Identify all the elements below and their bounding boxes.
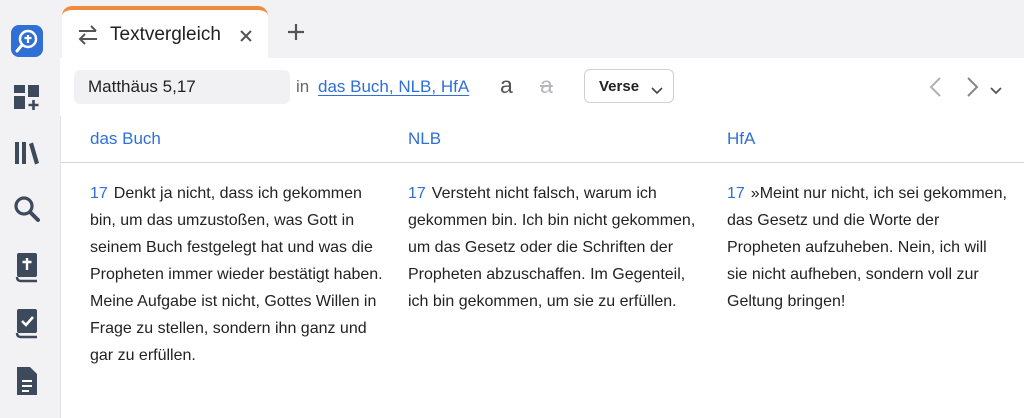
column-text-nlb: 17 Versteht nicht falsch, warum ich gekom… <box>408 180 700 315</box>
in-label: in <box>296 77 310 96</box>
column-header-nlb[interactable]: NLB <box>408 129 441 149</box>
close-icon[interactable] <box>238 28 254 49</box>
verse-text: Denkt ja nicht, dass ich gekommen bin, u… <box>90 185 383 364</box>
dashboard-add-icon[interactable] <box>10 80 44 114</box>
search-icon[interactable] <box>10 192 44 226</box>
column-header-das-buch[interactable]: das Buch <box>90 129 161 149</box>
verse-select-label: Verse <box>599 78 640 95</box>
reference-input[interactable] <box>74 70 290 104</box>
compare-arrows-icon <box>76 24 100 51</box>
tab-title: Textvergleich <box>110 24 221 45</box>
verse-text: Versteht nicht falsch, warum ich gekomme… <box>408 185 696 310</box>
font-size-smaller-button[interactable]: a <box>540 72 553 99</box>
sidebar <box>0 0 61 418</box>
column-text-hfa: 17 »Meint nur nicht, ich sei gekommen, da… <box>727 180 1011 315</box>
chevron-right-icon[interactable] <box>966 76 980 103</box>
column-text-das-buch: 17 Denkt ja nicht, dass ich gekommen bin,… <box>90 180 386 369</box>
tab-bar: Textvergleich <box>60 0 1024 58</box>
tab-textvergleich[interactable]: Textvergleich <box>62 6 268 58</box>
verse-text: »Meint nur nicht, ich sei gekommen, das … <box>727 185 1007 310</box>
verse-select[interactable]: Verse <box>584 69 674 103</box>
document-icon[interactable] <box>10 364 44 398</box>
verse-number[interactable]: 17 <box>727 185 745 202</box>
reading-plan-check-icon[interactable] <box>10 306 44 340</box>
verse-number[interactable]: 17 <box>90 185 108 202</box>
font-size-larger-button[interactable]: a <box>500 72 513 99</box>
column-header-row: das Buch NLB HfA <box>60 116 1024 163</box>
toolbar: in das Buch, NLB, HfA a a Verse <box>60 58 1024 116</box>
bible-icon[interactable] <box>10 250 44 284</box>
sidebar-logo-search-icon[interactable] <box>10 24 44 58</box>
chevron-left-icon[interactable] <box>928 76 942 103</box>
verse-number[interactable]: 17 <box>408 185 426 202</box>
translations-link[interactable]: das Buch, NLB, HfA <box>318 77 469 97</box>
chevron-down-icon <box>651 82 663 100</box>
library-icon[interactable] <box>10 136 44 170</box>
column-header-hfa[interactable]: HfA <box>727 129 755 149</box>
plus-icon[interactable] <box>286 22 306 47</box>
chevron-down-icon[interactable] <box>990 82 1002 100</box>
